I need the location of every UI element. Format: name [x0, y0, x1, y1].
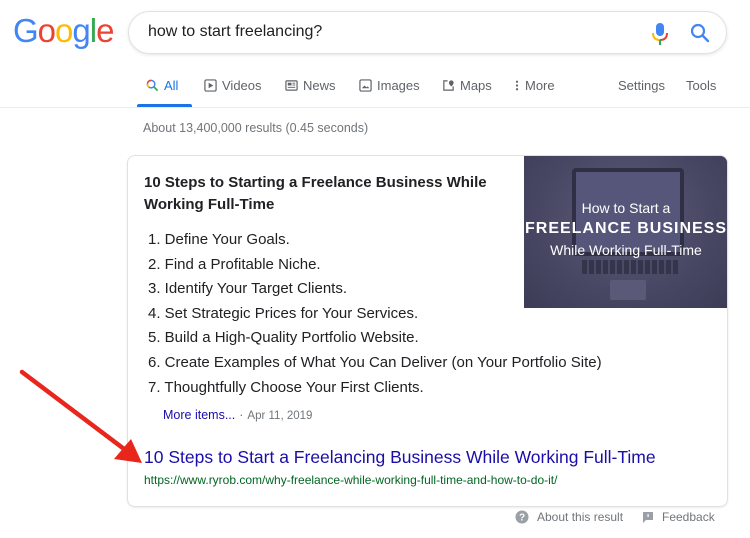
feedback-label: Feedback — [662, 510, 715, 524]
tab-more[interactable]: More — [514, 78, 555, 93]
search-tabs: All Videos News Images Maps More Setting… — [0, 70, 750, 108]
tab-videos[interactable]: Videos — [204, 78, 262, 93]
active-tab-indicator — [137, 104, 192, 107]
list-item: 7. Thoughtfully Choose Your First Client… — [148, 378, 424, 396]
tab-images[interactable]: Images — [359, 78, 420, 93]
tab-label: More — [525, 78, 555, 93]
tab-news[interactable]: News — [285, 78, 336, 93]
thumbnail-line-3: While Working Full-Time — [550, 242, 702, 258]
tools-label: Tools — [686, 78, 717, 93]
featured-snippet: 10 Steps to Starting a Freelance Busines… — [127, 155, 728, 507]
feedback-link[interactable]: Feedback — [642, 510, 715, 524]
map-pin-icon — [443, 80, 454, 91]
tab-label: Images — [377, 78, 420, 93]
newspaper-icon — [285, 80, 298, 91]
tools-link[interactable]: Tools — [686, 78, 716, 93]
about-label: About this result — [537, 510, 624, 524]
search-box[interactable]: how to start freelancing? — [128, 11, 727, 54]
image-icon — [359, 79, 372, 92]
feedback-icon — [643, 511, 653, 523]
logo-letter: G — [13, 12, 39, 49]
more-vert-icon — [515, 80, 519, 91]
snippet-title: 10 Steps to Starting a Freelance Busines… — [144, 174, 487, 213]
tab-label: Maps — [460, 78, 492, 93]
more-items-link[interactable]: More items... — [163, 408, 235, 422]
tab-all[interactable]: All — [146, 78, 178, 93]
snippet-thumbnail[interactable]: How to Start a FREELANCE BUSINESS While … — [524, 156, 728, 308]
tab-label: Videos — [222, 78, 262, 93]
tab-maps[interactable]: Maps — [442, 78, 492, 93]
result-stats: About 13,400,000 results (0.45 seconds) — [143, 121, 369, 135]
search-input[interactable]: how to start freelancing? — [148, 23, 322, 41]
settings-label: Settings — [618, 78, 665, 93]
tab-label: News — [303, 78, 336, 93]
logo-letter: g — [72, 12, 90, 49]
tab-label: All — [164, 78, 179, 93]
microphone-icon[interactable] — [650, 22, 670, 46]
svg-text:?: ? — [519, 513, 525, 524]
thumbnail-line-2: FREELANCE BUSINESS — [524, 220, 728, 237]
thumbnail-line-1: How to Start a — [581, 200, 671, 216]
source-url: https://www.ryrob.com/why-freelance-whil… — [144, 473, 558, 487]
separator: · — [239, 408, 244, 422]
search-icon[interactable] — [690, 23, 710, 43]
about-this-result[interactable]: ? About this result — [515, 510, 623, 524]
more-items-line: More items... · Apr 11, 2019 — [163, 408, 312, 422]
list-item: 5. Build a High-Quality Portfolio Websit… — [148, 329, 419, 347]
google-logo[interactable]: Google — [13, 12, 114, 50]
settings-link[interactable]: Settings — [618, 78, 665, 93]
snippet-date: Apr 11, 2019 — [247, 410, 313, 422]
help-icon: ? — [515, 510, 529, 524]
play-icon — [204, 79, 217, 92]
logo-letter: o — [55, 12, 73, 49]
logo-letter: e — [96, 12, 114, 49]
logo-letter: o — [37, 12, 56, 49]
trackpad-graphic — [610, 280, 646, 300]
source-title-link[interactable]: 10 Steps to Start a Freelancing Business… — [144, 447, 656, 468]
search-icon — [146, 79, 159, 92]
list-item: 6. Create Examples of What You Can Deliv… — [148, 353, 602, 371]
annotation-arrow-icon — [19, 369, 142, 463]
keyboard-graphic — [582, 260, 678, 274]
